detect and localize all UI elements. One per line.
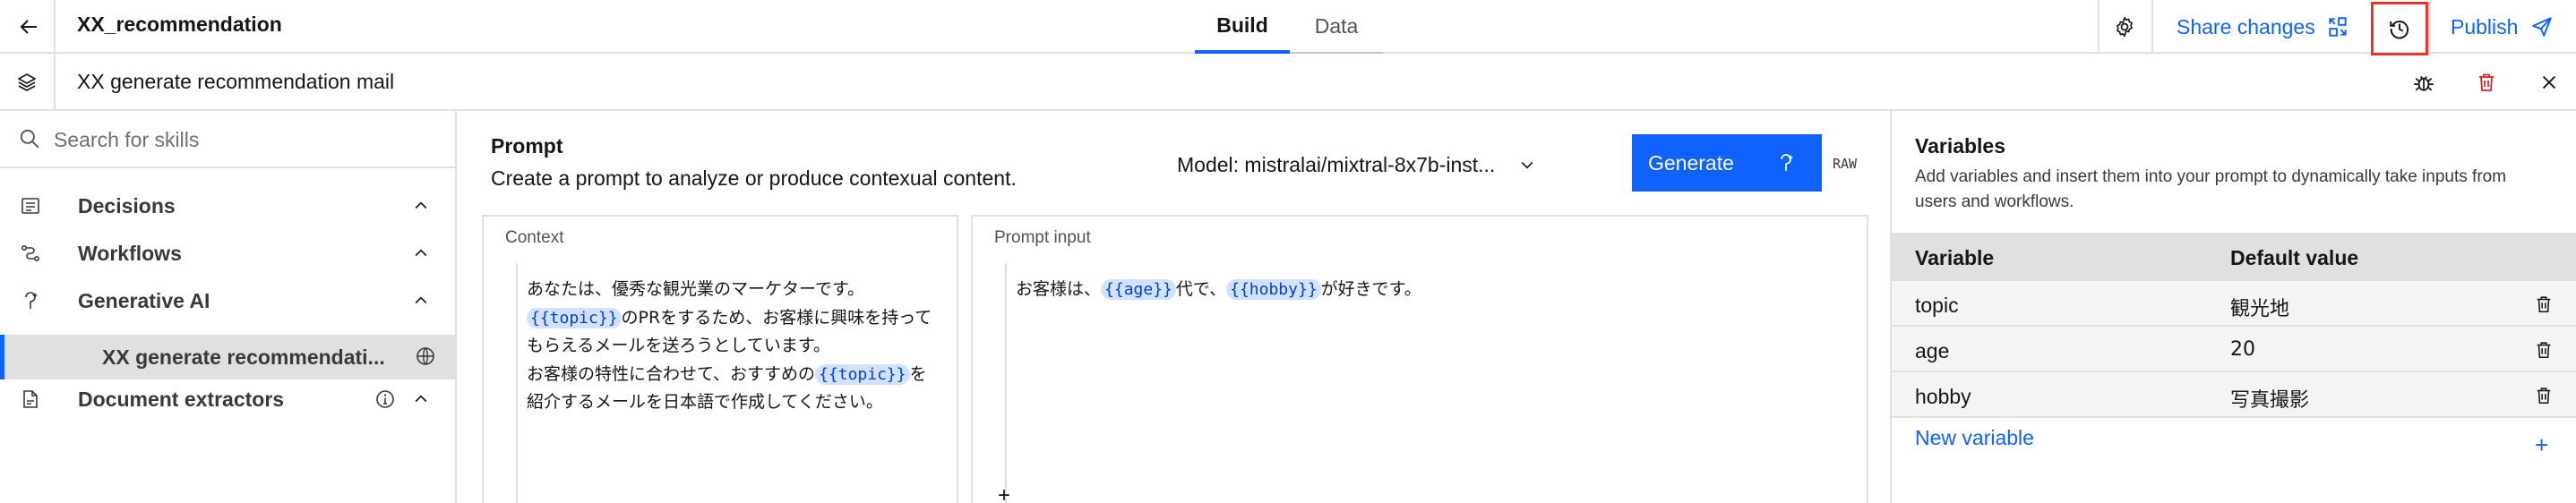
publish-label: Publish [2451, 14, 2519, 38]
column-header-default-value: Default value [2230, 246, 2359, 269]
trash-icon[interactable] [2531, 383, 2556, 408]
prompt-input-panel: Prompt input お客様は、 {{age}} 代で、 {{hobby}} が好き… [971, 215, 1868, 503]
share-changes-button[interactable]: Share changes [2177, 9, 2349, 45]
category-label: Generative AI [78, 288, 210, 312]
publish-button[interactable]: Publish [2451, 9, 2554, 45]
chevron-down-icon [1518, 156, 1536, 174]
variables-title: Variables [1915, 134, 2006, 158]
prompt-input-editor[interactable]: お客様は、 {{age}} 代で、 {{hobby}} が好きです。 [1005, 263, 1870, 503]
variable-default-value[interactable]: 20 [2230, 338, 2255, 361]
variables-panel: Variables Add variables and insert them … [1890, 111, 2576, 503]
divider [54, 54, 56, 111]
prompt-description: Create a prompt to analyze or produce co… [491, 166, 1017, 190]
skill-item-label: XX generate recommendati... [102, 345, 385, 369]
divider [2098, 0, 2099, 54]
context-label: Context [505, 228, 564, 247]
divider [54, 0, 56, 54]
variable-token: {{hobby}} [1226, 279, 1321, 300]
model-dropdown[interactable]: Model: mistralai/mixtral-8x7b-inst... [1177, 149, 1536, 181]
divider [2429, 0, 2431, 54]
top-bar: XX_recommendation Build Data Share chang… [0, 0, 2576, 55]
category-label: Workflows [78, 241, 182, 265]
search-box [0, 111, 455, 168]
gear-icon[interactable] [2107, 11, 2142, 43]
search-icon [18, 127, 41, 150]
skills-sidebar: Decisions Workflows Generative AI XX gen… [0, 111, 457, 503]
prompt-title: Prompt [491, 134, 563, 158]
send-icon [2530, 15, 2554, 38]
history-icon[interactable] [2371, 2, 2428, 55]
trash-icon[interactable] [2531, 292, 2556, 317]
generate-label: Generate [1648, 150, 1734, 175]
trash-icon[interactable] [2531, 337, 2556, 362]
back-arrow-icon[interactable] [13, 11, 45, 43]
category-label: Decisions [78, 193, 176, 217]
workflow-icon [20, 243, 41, 264]
category-workflows[interactable]: Workflows [0, 230, 455, 277]
close-icon[interactable] [2531, 64, 2567, 100]
add-section-button[interactable]: + [998, 483, 1010, 503]
debug-icon[interactable] [2406, 64, 2442, 100]
generative-ai-icon [1775, 152, 1797, 174]
chevron-up-icon [412, 244, 430, 262]
table-row[interactable]: topic 観光地 [1892, 281, 2576, 327]
context-editor[interactable]: あなたは、優秀な観光業のマーケターです。 {{topic}} のPRをするため、お… [516, 263, 960, 503]
skill-name: XX generate recommendation mail [77, 70, 395, 93]
category-decisions[interactable]: Decisions [0, 183, 455, 229]
chevron-up-icon [412, 292, 430, 310]
chevron-up-icon [412, 197, 430, 215]
sync-icon [2326, 15, 2349, 38]
column-header-variable: Variable [1915, 246, 1995, 269]
share-changes-label: Share changes [2177, 14, 2315, 38]
variable-token: {{topic}} [815, 363, 910, 385]
table-row[interactable]: hobby 写真撮影 [1892, 372, 2576, 418]
context-line: あなたは、優秀な観光業のマーケターです。 [527, 279, 864, 299]
variable-token: {{topic}} [527, 307, 622, 328]
generative-ai-icon [20, 290, 41, 311]
layers-icon[interactable] [11, 64, 43, 100]
table-row[interactable]: age 20 [1892, 327, 2576, 372]
context-line: {{topic}} のPRをするため、お客様に興味を持って [527, 304, 960, 333]
document-extractor-icon [20, 388, 41, 410]
info-icon[interactable] [374, 388, 396, 410]
new-variable-button[interactable]: New variable [1915, 426, 2034, 450]
prompt-input-line: お客様は、 {{age}} 代で、 {{hobby}} が好きです。 [1016, 279, 1421, 300]
chevron-up-icon [412, 390, 430, 408]
variable-name: hobby [1915, 385, 1971, 408]
context-line: もらえるメールを送ろうとしています。 [527, 336, 830, 355]
variable-default-value[interactable]: 写真撮影 [2230, 384, 2309, 413]
context-panel: Context あなたは、優秀な観光業のマーケターです。 {{topic}} のP… [482, 215, 958, 503]
decision-icon [20, 195, 41, 217]
raw-toggle[interactable]: RAW [1833, 156, 1857, 172]
trash-icon[interactable] [2469, 64, 2504, 100]
tab-data[interactable]: Data [1290, 0, 1383, 54]
variable-token: {{age}} [1101, 279, 1176, 300]
generate-button[interactable]: Generate [1632, 134, 1822, 192]
category-generative-ai[interactable]: Generative AI [0, 277, 455, 324]
skill-header-bar: XX generate recommendation mail [0, 54, 2576, 111]
table-header: Variable Default value [1892, 233, 2576, 281]
variable-name: topic [1915, 294, 1959, 317]
model-label: Model: mistralai/mixtral-8x7b-inst... [1177, 152, 1496, 176]
variables-description: Add variables and insert them into your … [1915, 167, 2507, 211]
app-title: XX_recommendation [77, 13, 282, 36]
globe-icon [415, 345, 436, 367]
category-label: Document extractors [78, 387, 285, 411]
context-line: 紹介するメールを日本語で作成してください。 [527, 392, 883, 412]
variables-table: Variable Default value topic 観光地 age 20 … [1892, 233, 2576, 418]
add-variable-icon[interactable]: + [2535, 431, 2548, 459]
category-document-extractors[interactable]: Document extractors [0, 376, 455, 422]
variable-name: age [1915, 339, 1950, 362]
context-line: お客様の特性に合わせて、おすすめの {{topic}} を [527, 363, 927, 385]
prompt-input-label: Prompt input [994, 228, 1091, 247]
tab-build[interactable]: Build [1195, 0, 1290, 54]
variable-default-value[interactable]: 観光地 [2230, 293, 2289, 321]
skill-item-xx-generate-recommendation[interactable]: XX generate recommendati... [0, 335, 455, 379]
skill-search-input[interactable] [54, 124, 430, 156]
divider [2151, 0, 2153, 54]
